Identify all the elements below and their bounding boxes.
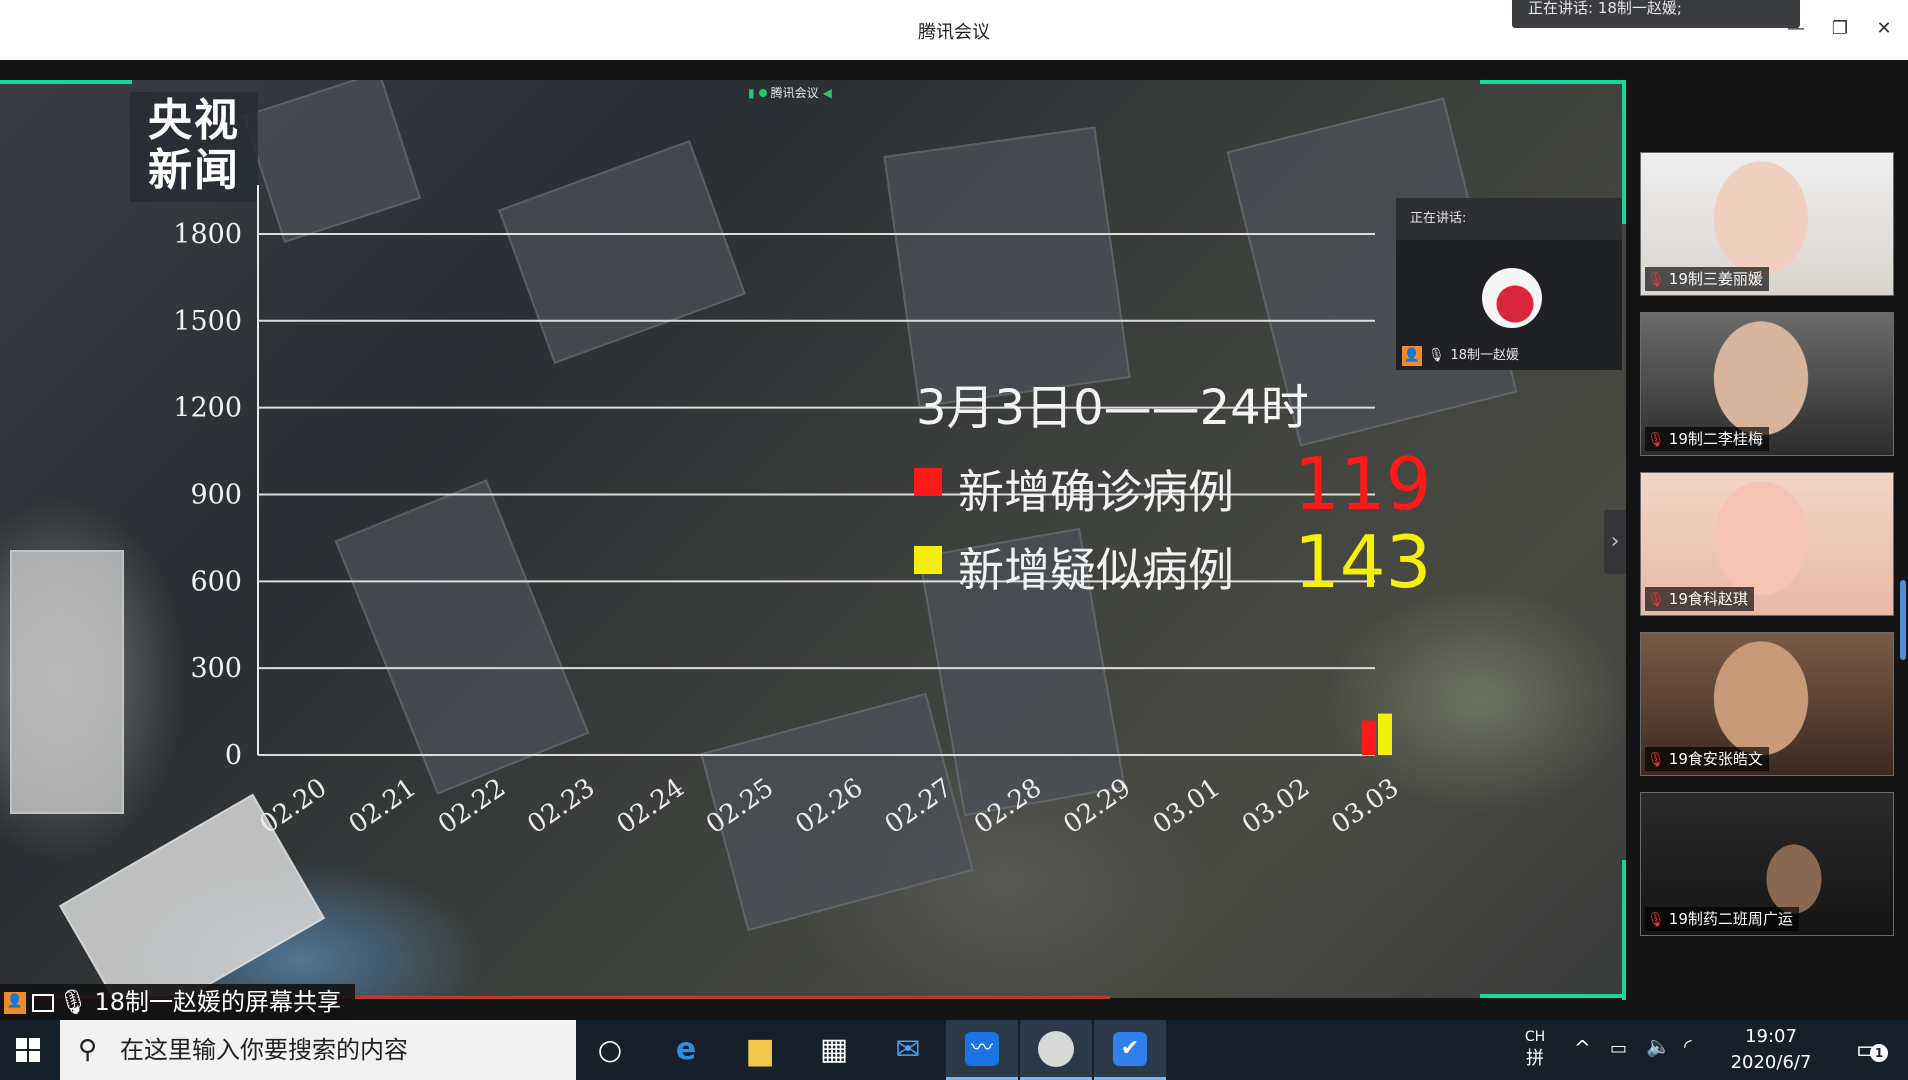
- windows-logo-icon: [16, 1038, 27, 1049]
- avatar: [1482, 268, 1542, 328]
- mic-icon: 🎙: [1428, 348, 1445, 363]
- legend-confirmed-label: 新增确诊病例: [958, 465, 1234, 519]
- ime-indicator[interactable]: CH 拼: [1520, 1026, 1550, 1070]
- minimize-button[interactable]: —: [1778, 14, 1814, 44]
- legend-suspected-swatch: [914, 546, 942, 574]
- legend-confirmed-value: 119: [1294, 442, 1432, 526]
- participant-tile[interactable]: 🎙 19食科赵琪: [1640, 472, 1894, 616]
- windows-logo-icon: [16, 1051, 27, 1062]
- mic-muted-icon: 🎙: [1647, 752, 1665, 768]
- wifi-icon[interactable]: ◜: [1684, 1034, 1692, 1058]
- mail-icon[interactable]: ✉: [872, 1020, 944, 1080]
- collapse-panel-toggle[interactable]: ›: [1604, 510, 1626, 574]
- participant-scrollbar[interactable]: [1900, 580, 1906, 660]
- participant-name-tag: 🎙 19制三姜丽媛: [1645, 267, 1769, 291]
- participant-tile[interactable]: 🎙 19制药二班周广运: [1640, 792, 1894, 936]
- screen-share-icon: [32, 994, 54, 1012]
- screen-share-caption: 👤 🎙 18制一赵媛的屏幕共享: [0, 984, 356, 1020]
- active-speaker-name: 18制一赵媛: [1450, 348, 1520, 363]
- taskbar-clock[interactable]: 19:07 2020/6/7: [1694, 1024, 1848, 1076]
- mic-muted-icon: 🎙: [1647, 272, 1665, 288]
- search-placeholder: 在这里输入你要搜索的内容: [120, 1036, 408, 1064]
- ime-language: CH: [1524, 1029, 1546, 1045]
- y-tick-label: 600: [190, 566, 242, 597]
- participant-tile[interactable]: 🎙 19制二李桂梅: [1640, 312, 1894, 456]
- participant-tile[interactable]: 🎙 19制三姜丽媛: [1640, 152, 1894, 296]
- x-tick-label: 03.01: [1148, 773, 1226, 840]
- ime-mode: 拼: [1526, 1048, 1544, 1069]
- legend-confirmed-swatch: [914, 468, 942, 496]
- x-tick-label: 03.02: [1237, 773, 1315, 840]
- chart-title: 3月3日0——24时: [916, 380, 1309, 436]
- tencent-meeting-icon[interactable]: 〰: [946, 1020, 1018, 1080]
- maximize-button[interactable]: ❐: [1822, 14, 1858, 44]
- clock-time: 19:07: [1745, 1026, 1797, 1047]
- x-tick-label: 02.27: [880, 773, 958, 840]
- mic-icon: 🎙: [58, 988, 89, 1016]
- participant-name-tag: 🎙 19制药二班周广运: [1645, 907, 1799, 931]
- x-tick-label: 02.21: [344, 773, 422, 840]
- store-icon[interactable]: ▦: [798, 1020, 870, 1080]
- shield-app-icon[interactable]: ✔: [1094, 1020, 1166, 1080]
- user-icon: 👤: [4, 992, 26, 1014]
- y-tick-label: 0: [225, 740, 242, 771]
- taskbar-search-input[interactable]: ⚲ 在这里输入你要搜索的内容: [60, 1020, 576, 1080]
- chart-bar: [1362, 720, 1376, 755]
- clock-date: 2020/6/7: [1730, 1052, 1812, 1073]
- windows-logo-icon: [29, 1051, 40, 1062]
- participant-name: 19制药二班周广运: [1668, 910, 1793, 928]
- user-icon: 👤: [1402, 345, 1422, 366]
- windows-logo-icon: [29, 1038, 40, 1049]
- legend-suspected-label: 新增疑似病例: [958, 543, 1234, 597]
- mic-muted-icon: 🎙: [1647, 912, 1665, 928]
- x-tick-label: 02.26: [790, 773, 868, 840]
- participant-name-tag: 🎙 19制二李桂梅: [1645, 427, 1769, 451]
- y-tick-label: 900: [190, 479, 242, 510]
- y-tick-label: 1500: [173, 306, 242, 337]
- y-tick-label: 1800: [173, 219, 242, 250]
- participant-name: 19制二李桂梅: [1668, 430, 1763, 448]
- mic-muted-icon: 🎙: [1647, 592, 1665, 608]
- y-tick-label: 300: [190, 653, 242, 684]
- x-tick-label: 03.03: [1326, 773, 1404, 840]
- chevron-up-icon[interactable]: ^: [1574, 1036, 1591, 1060]
- y-tick-label: 1200: [173, 393, 242, 424]
- x-tick-label: 02.23: [522, 773, 600, 840]
- participant-name-tag: 🎙 19食安张皓文: [1645, 747, 1769, 771]
- active-speaker-panel[interactable]: 正在讲话: 👤 🎙 18制一赵媛: [1396, 198, 1622, 370]
- start-button[interactable]: [0, 1020, 58, 1080]
- x-tick-label: 02.28: [969, 773, 1047, 840]
- x-tick-label: 02.25: [701, 773, 779, 840]
- battery-icon[interactable]: ▭: [1610, 1038, 1627, 1059]
- file-explorer-icon[interactable]: ▆: [724, 1020, 796, 1080]
- notification-center-button[interactable]: ▭ 1: [1848, 1030, 1888, 1070]
- x-tick-label: 02.22: [433, 773, 511, 840]
- x-tick-label: 02.20: [254, 773, 332, 840]
- legend-suspected-value: 143: [1294, 520, 1432, 604]
- participant-tile[interactable]: 🎙 19食安张皓文: [1640, 632, 1894, 776]
- app-circle-icon[interactable]: [1020, 1020, 1092, 1080]
- mic-muted-icon: 🎙: [1647, 432, 1665, 448]
- close-button[interactable]: ✕: [1866, 14, 1902, 44]
- notification-count-badge: 1: [1870, 1044, 1888, 1062]
- x-tick-label: 02.29: [1058, 773, 1136, 840]
- participant-name: 19制三姜丽媛: [1668, 270, 1763, 288]
- participant-name-tag: 🎙 19食科赵琪: [1645, 587, 1754, 611]
- participant-name: 19食安张皓文: [1668, 750, 1763, 768]
- volume-icon[interactable]: 🔈: [1646, 1034, 1671, 1058]
- chart-bar: [1378, 713, 1392, 755]
- cortana-icon[interactable]: ○: [574, 1020, 646, 1080]
- active-speaker-meta: 👤 🎙 18制一赵媛: [1402, 344, 1519, 366]
- screen-share-caption-text: 18制一赵媛的屏幕共享: [94, 988, 342, 1016]
- search-icon: ⚲: [78, 1035, 98, 1065]
- x-tick-label: 02.24: [612, 773, 690, 840]
- windows-taskbar: ⚲ 在这里输入你要搜索的内容 ○ e ▆ ▦ ✉ 〰 ✔ CH 拼 ^ ▭ 🔈 …: [0, 1020, 1908, 1080]
- edge-icon[interactable]: e: [650, 1020, 722, 1080]
- active-speaker-heading: 正在讲话:: [1396, 198, 1622, 240]
- participant-name: 19食科赵琪: [1668, 590, 1748, 608]
